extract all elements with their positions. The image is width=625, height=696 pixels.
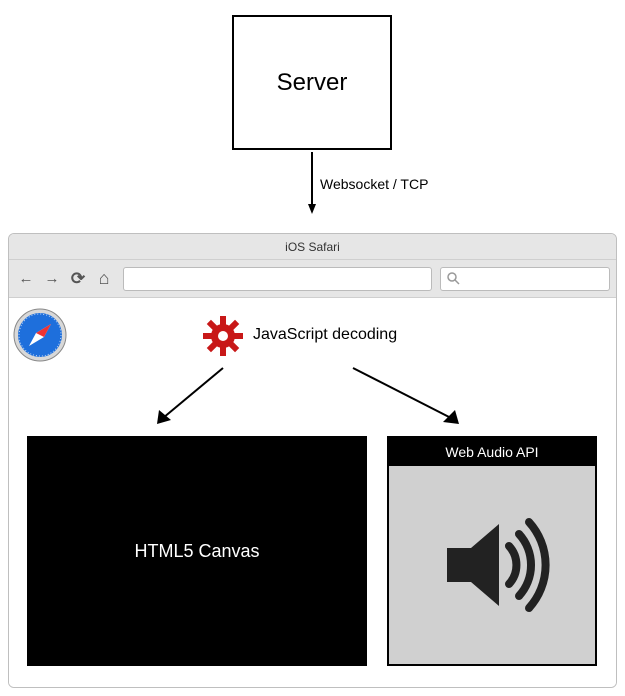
- decode-label: JavaScript decoding: [253, 326, 397, 344]
- browser-toolbar: ← → ⟳ ⌂: [9, 260, 616, 298]
- url-input[interactable]: [123, 267, 432, 291]
- browser-titlebar: iOS Safari: [9, 234, 616, 260]
- forward-button[interactable]: →: [41, 268, 63, 290]
- arrow-right-icon: →: [45, 270, 60, 287]
- gear-icon: [203, 316, 243, 356]
- reload-button[interactable]: ⟳: [67, 268, 89, 290]
- link-arrow-icon: [308, 152, 316, 214]
- canvas-label: HTML5 Canvas: [134, 541, 259, 562]
- search-icon: [447, 272, 460, 285]
- safari-logo-icon: [13, 308, 67, 362]
- branch-arrow-right-icon: [347, 362, 467, 432]
- branch-arrow-left-icon: [149, 362, 229, 432]
- back-button[interactable]: ←: [15, 268, 37, 290]
- server-label: Server: [277, 69, 348, 97]
- arrow-left-icon: ←: [19, 270, 34, 287]
- speaker-icon: [427, 500, 557, 630]
- reload-icon: ⟳: [71, 269, 85, 289]
- browser-window: iOS Safari ← → ⟳ ⌂: [8, 233, 617, 688]
- link-label: Websocket / TCP: [320, 176, 428, 192]
- home-icon: ⌂: [99, 268, 110, 289]
- search-input[interactable]: [440, 267, 610, 291]
- home-button[interactable]: ⌂: [93, 268, 115, 290]
- canvas-panel: HTML5 Canvas: [27, 436, 367, 666]
- audio-title-text: Web Audio API: [445, 444, 538, 460]
- audio-body: [389, 466, 595, 664]
- browser-content: JavaScript decoding HTML5 Canvas Web Aud…: [9, 298, 616, 687]
- server-box: Server: [232, 15, 392, 150]
- audio-panel: Web Audio API: [387, 436, 597, 666]
- audio-title: Web Audio API: [389, 438, 595, 466]
- browser-title-text: iOS Safari: [285, 240, 340, 254]
